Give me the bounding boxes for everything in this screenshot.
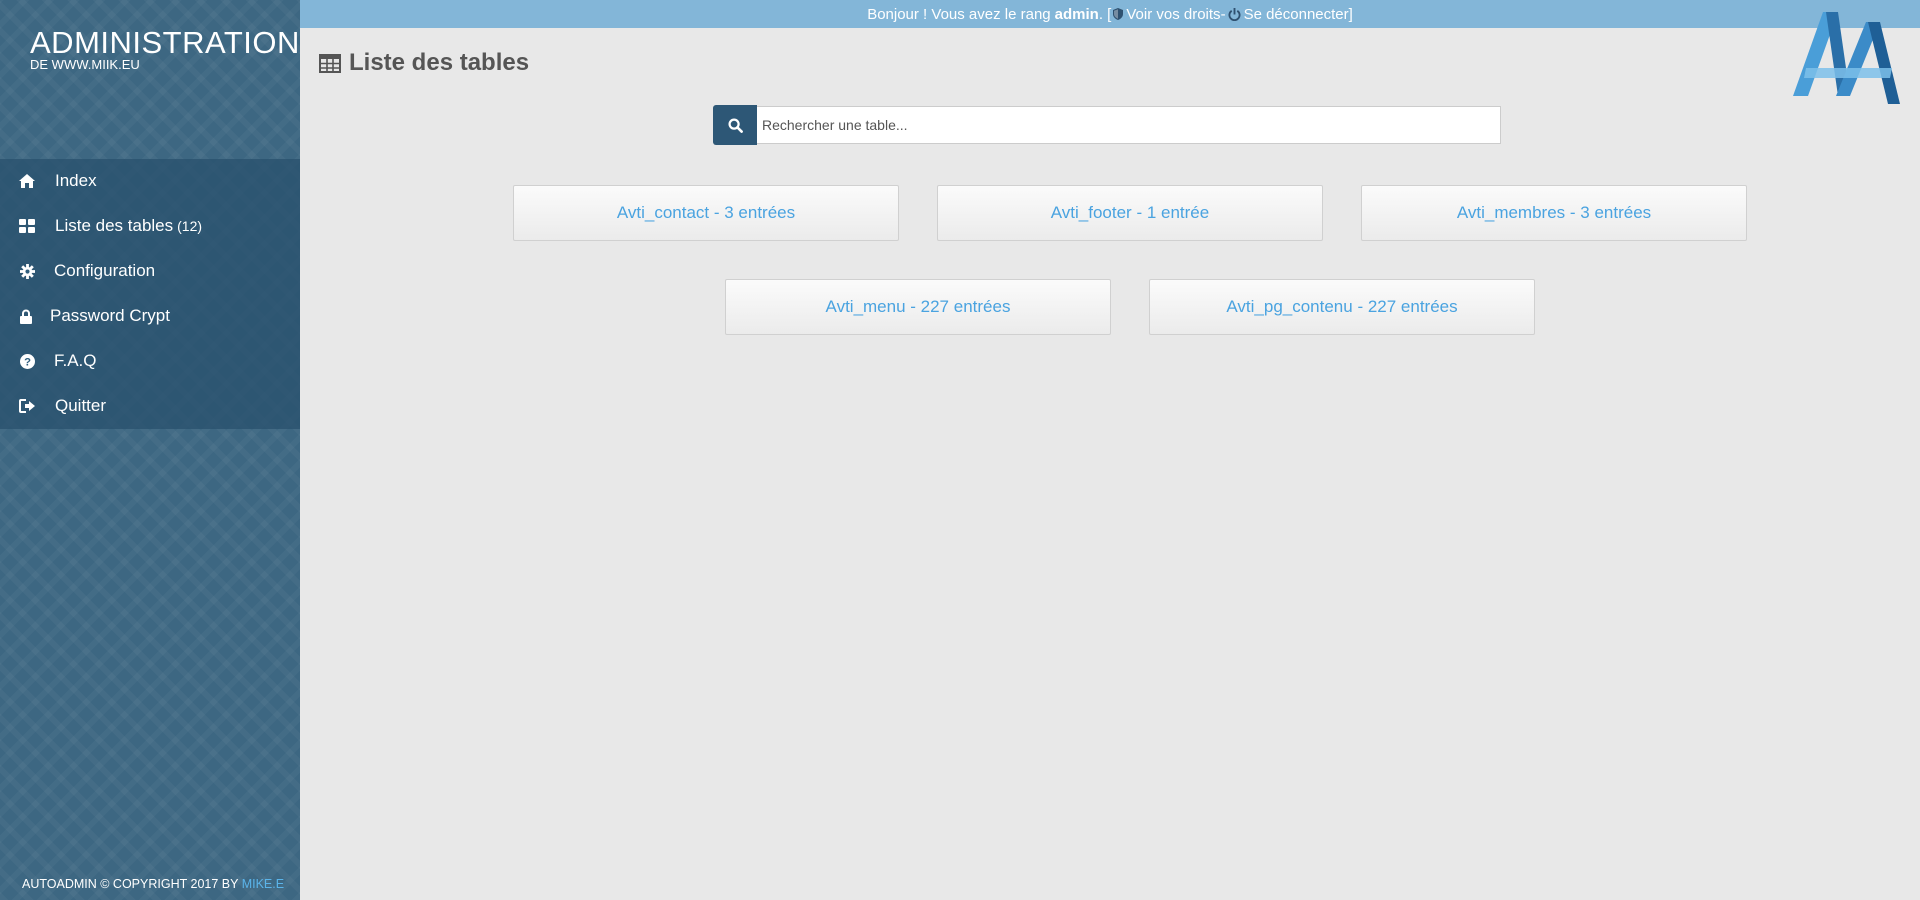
sidebar-item-label: Quitter: [55, 396, 107, 415]
view-rights-label: Voir vos droits: [1126, 5, 1221, 23]
brand-subtitle: DE WWW.MIIK.EU: [30, 57, 140, 72]
sidebar: ADMINISTRATION DE WWW.MIIK.EU Index List…: [0, 0, 300, 900]
top-bar: Bonjour ! Vous avez le rang admin . [ Vo…: [300, 0, 1920, 28]
table-card-avti-footer[interactable]: Avti_footer - 1 entrée: [937, 185, 1323, 241]
sidebar-item-label: Password Crypt: [50, 306, 170, 325]
svg-text:?: ?: [24, 356, 31, 368]
grid-icon: [19, 218, 35, 234]
user-rank: admin: [1054, 5, 1099, 23]
separator: -: [1220, 5, 1226, 23]
sidebar-item-configuration[interactable]: Configuration: [0, 251, 300, 291]
table-card-avti-pg-contenu[interactable]: Avti_pg_contenu - 227 entrées: [1149, 279, 1535, 335]
page-title-text: Liste des tables: [349, 49, 530, 76]
sidebar-item-index[interactable]: Index: [0, 161, 300, 201]
footer-author-link[interactable]: MIKE.E: [242, 877, 284, 891]
table-count-badge: (12): [177, 218, 203, 234]
brand-title: ADMINISTRATION: [30, 25, 300, 60]
search-button[interactable]: [713, 105, 757, 145]
bracket-close: ]: [1348, 5, 1353, 23]
sidebar-item-label: Configuration: [54, 261, 156, 280]
sign-out-icon: [19, 398, 35, 414]
lock-icon: [18, 308, 34, 324]
autoadmin-logo: [1793, 12, 1900, 104]
page-title: Liste des tables: [319, 49, 529, 77]
table-card-avti-membres[interactable]: Avti_membres - 3 entrées: [1361, 185, 1747, 241]
home-icon: [19, 173, 35, 189]
bracket-open: . [: [1098, 5, 1112, 23]
view-rights-link[interactable]: Voir vos droits: [1113, 5, 1221, 23]
logout-link[interactable]: Se déconnecter: [1228, 6, 1349, 23]
shield-icon: [1113, 8, 1124, 20]
table-card-avti-contact[interactable]: Avti_contact - 3 entrées: [513, 185, 899, 241]
sidebar-item-password-crypt[interactable]: Password Crypt: [0, 296, 300, 336]
power-icon: [1228, 7, 1241, 21]
question-icon: ?: [19, 353, 35, 369]
sidebar-item-label: Liste des tables: [55, 216, 174, 235]
sidebar-item-label: Index: [55, 171, 97, 190]
table-search: [713, 105, 1501, 145]
sidebar-item-quitter[interactable]: Quitter: [0, 386, 300, 426]
sidebar-item-faq[interactable]: ? F.A.Q: [0, 341, 300, 381]
logout-label: Se déconnecter: [1243, 5, 1349, 23]
search-icon: [727, 117, 743, 133]
greeting-text: Bonjour ! Vous avez le rang: [867, 5, 1051, 23]
brand: ADMINISTRATION DE WWW.MIIK.EU: [30, 26, 300, 72]
footer-text: AUTOADMIN © COPYRIGHT 2017 BY: [22, 877, 239, 891]
search-input[interactable]: [757, 106, 1501, 144]
sidebar-nav: Index Liste des tables (12) Configuration…: [0, 159, 300, 429]
sidebar-item-tables[interactable]: Liste des tables (12): [0, 206, 300, 246]
table-card-avti-menu[interactable]: Avti_menu - 227 entrées: [725, 279, 1111, 335]
footer: AUTOADMIN © COPYRIGHT 2017 BY MIKE.E: [22, 877, 284, 891]
sidebar-item-label: F.A.Q: [54, 351, 97, 370]
table-icon: [319, 53, 341, 73]
gear-icon: [19, 263, 35, 279]
